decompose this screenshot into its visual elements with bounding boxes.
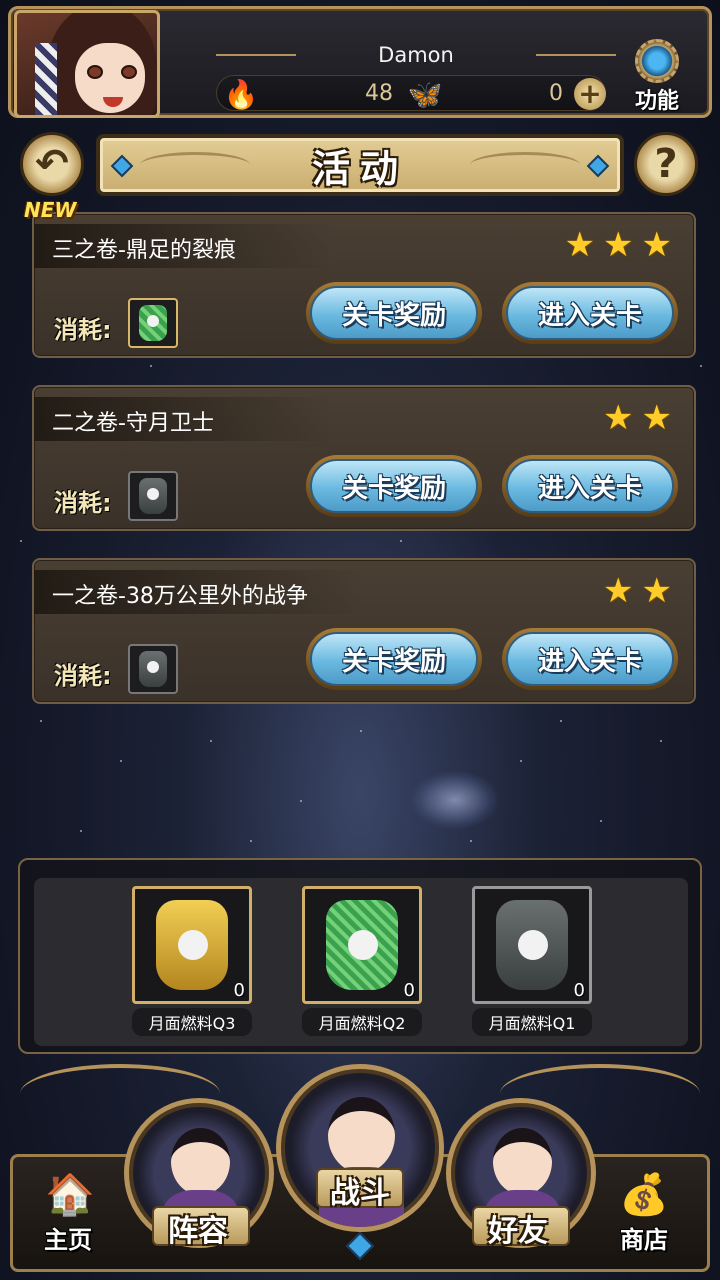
back-button[interactable]: ↶	[20, 132, 84, 196]
bottom-navigation: 🏠 主页 阵容 战斗 好友 💰 商店	[0, 1054, 720, 1280]
inventory-item[interactable]: 0 月面燃料Q1	[472, 886, 592, 1036]
avatar-eye	[121, 65, 137, 79]
fuel-inventory-list: 0 月面燃料Q3 0 月面燃料Q2 0 月面燃料Q1	[34, 878, 688, 1046]
title-plate: 活动	[96, 134, 624, 196]
stage-reward-label: 关卡奖励	[310, 459, 478, 513]
star-icon: ★	[641, 571, 672, 611]
nav-shop-label[interactable]: 商店	[620, 1220, 668, 1255]
swirl-ornament	[140, 152, 250, 178]
resource-bar: 🔥 48 🦋 0 +	[216, 75, 606, 111]
friends-chibi	[493, 1128, 552, 1196]
inventory-item[interactable]: 0 月面燃料Q3	[132, 886, 252, 1036]
back-arrow-icon: ↶	[35, 141, 69, 187]
swirl-ornament	[470, 152, 580, 178]
green-fuel-jar-icon	[326, 900, 398, 990]
title-row: ↶ 活动 ?	[0, 130, 720, 200]
stage-reward-button[interactable]: 关卡奖励	[306, 455, 482, 517]
team-chibi	[171, 1128, 230, 1196]
enter-stage-button[interactable]: 进入关卡	[502, 282, 678, 344]
gold-fuel-jar-icon	[156, 900, 228, 990]
item-frame: 0	[302, 886, 422, 1004]
stage-reward-button[interactable]: 关卡奖励	[306, 282, 482, 344]
gray-fuel-jar-icon	[496, 900, 568, 990]
cost-label: 消耗:	[54, 316, 112, 344]
star-icon: ★	[603, 398, 634, 438]
player-avatar[interactable]	[14, 10, 160, 118]
stage-reward-label: 关卡奖励	[310, 286, 478, 340]
star-icon: ★	[564, 225, 596, 265]
help-button[interactable]: ?	[634, 132, 698, 196]
star-icon: ★	[641, 398, 672, 438]
star-icon: ★	[603, 225, 634, 265]
stage-card: 三之卷-鼎足的裂痕 ★ ★ ★ 消耗: 关卡奖励 进入关卡	[32, 212, 696, 358]
avatar-eye	[87, 65, 103, 79]
item-name: 月面燃料Q3	[132, 1008, 252, 1036]
stamina-value: 48	[365, 81, 393, 106]
inventory-item[interactable]: 0 月面燃料Q2	[302, 886, 422, 1036]
item-name: 月面燃料Q2	[302, 1008, 422, 1036]
stage-card: 二之卷-守月卫士 ★ ★ 消耗: 关卡奖励 进入关卡	[32, 385, 696, 531]
stage-name: 一之卷-38万公里外的战争	[52, 584, 308, 609]
question-mark-icon: ?	[654, 141, 678, 187]
nav-friends-label[interactable]: 好友	[488, 1206, 548, 1250]
function-label: 功能	[634, 89, 679, 114]
treasure-chest-icon[interactable]: 💰	[614, 1166, 674, 1222]
enter-stage-button[interactable]: 进入关卡	[502, 455, 678, 517]
item-frame: 0	[132, 886, 252, 1004]
function-menu-button[interactable]: 功能	[625, 39, 689, 115]
gray-fuel-jar-icon	[139, 651, 167, 687]
add-currency-button[interactable]: +	[574, 78, 606, 110]
gear-icon	[635, 39, 679, 83]
cost-item[interactable]	[128, 298, 178, 348]
avatar-ribbon	[35, 43, 57, 115]
item-count: 0	[233, 980, 245, 1001]
item-count: 0	[573, 980, 585, 1001]
cost-label: 消耗:	[54, 489, 112, 517]
enter-stage-label: 进入关卡	[506, 459, 674, 513]
page-title: 活动	[311, 146, 408, 191]
green-fuel-jar-icon	[139, 305, 167, 341]
player-name: Damon	[378, 43, 454, 67]
galaxy-glow	[410, 770, 500, 830]
star-icon: ★	[641, 225, 672, 265]
battle-chibi	[328, 1097, 395, 1174]
stage-stars: ★ ★	[603, 401, 672, 435]
item-count: 0	[403, 980, 415, 1001]
butterfly-icon: 🦋	[407, 77, 443, 111]
gray-fuel-jar-icon	[139, 478, 167, 514]
cost-item[interactable]	[128, 644, 178, 694]
gem-ornament-icon	[586, 154, 610, 178]
enter-stage-button[interactable]: 进入关卡	[502, 628, 678, 690]
enter-stage-label: 进入关卡	[506, 632, 674, 686]
stage-reward-button[interactable]: 关卡奖励	[306, 628, 482, 690]
player-name-bar: Damon	[216, 41, 616, 69]
stage-name: 二之卷-守月卫士	[52, 411, 214, 436]
gem-ornament-icon	[110, 154, 134, 178]
nav-team-label[interactable]: 阵容	[168, 1206, 228, 1250]
cost-item[interactable]	[128, 471, 178, 521]
stamina-flame-icon: 🔥	[223, 77, 259, 111]
enter-stage-label: 进入关卡	[506, 286, 674, 340]
stage-stars: ★ ★	[603, 574, 672, 608]
item-name: 月面燃料Q1	[472, 1008, 592, 1036]
nav-home-label[interactable]: 主页	[44, 1220, 92, 1255]
star-icon: ★	[603, 571, 634, 611]
stage-name: 三之卷-鼎足的裂痕	[52, 238, 236, 263]
house-icon[interactable]: 🏠	[40, 1166, 100, 1222]
stage-stars: ★ ★ ★	[565, 228, 672, 262]
fuel-inventory-panel: 0 月面燃料Q3 0 月面燃料Q2 0 月面燃料Q1	[18, 858, 702, 1054]
item-frame: 0	[472, 886, 592, 1004]
nav-battle-label[interactable]: 战斗	[330, 1168, 390, 1212]
currency-value: 0	[549, 81, 563, 106]
stage-card: 一之卷-38万公里外的战争 ★ ★ 消耗: 关卡奖励 进入关卡	[32, 558, 696, 704]
new-badge: NEW	[24, 198, 77, 222]
stage-reward-label: 关卡奖励	[310, 632, 478, 686]
cost-label: 消耗:	[54, 662, 112, 690]
